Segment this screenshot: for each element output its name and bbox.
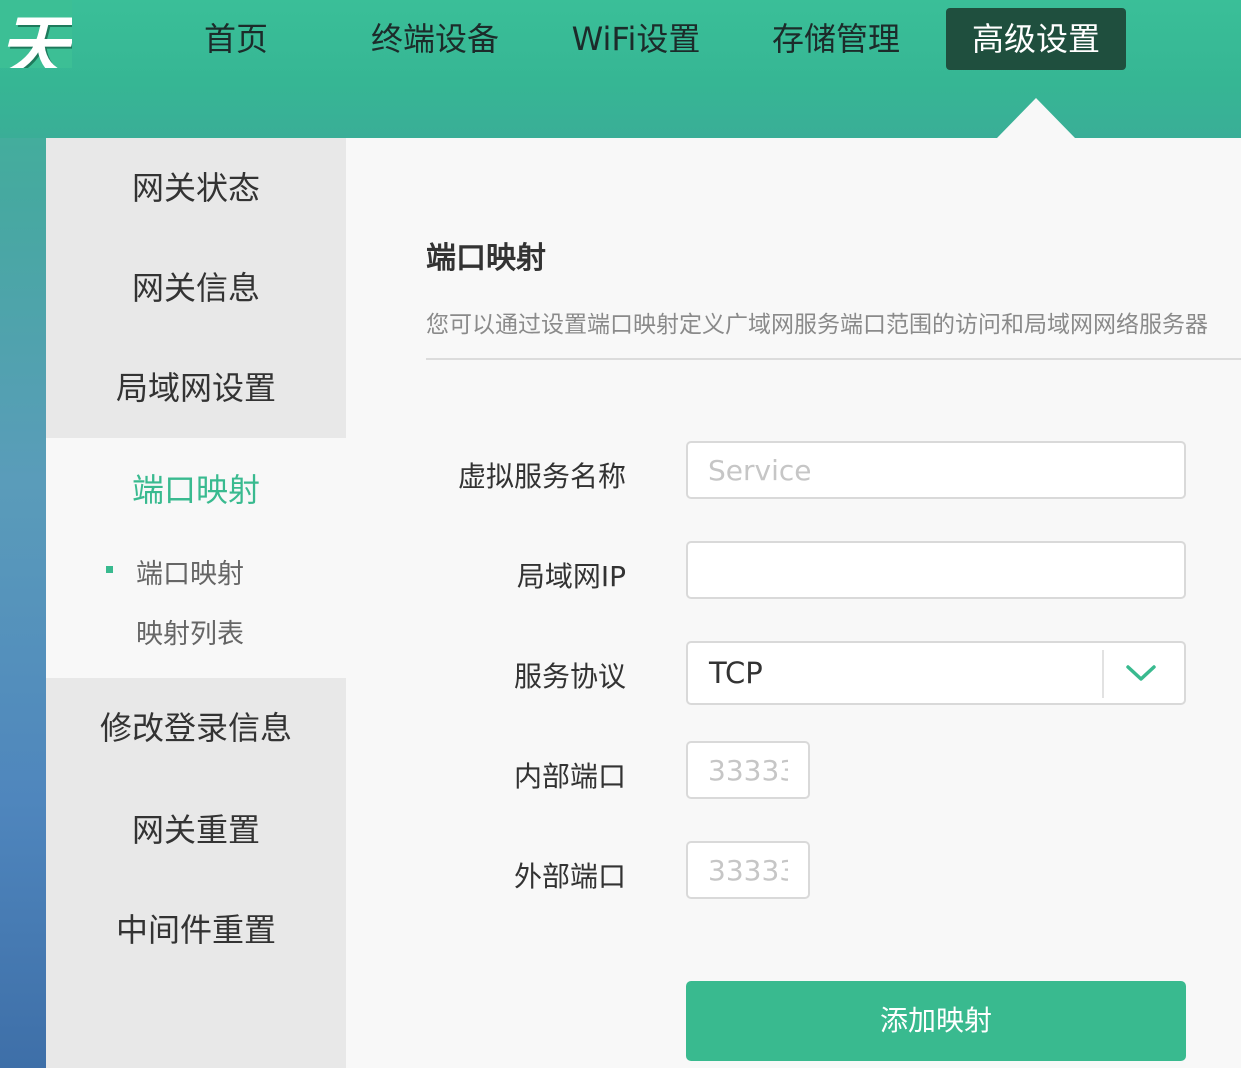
- sidebar: 网关状态 网关信息 局域网设置 端口映射 端口映射 映射列表 修改登录信息 网关…: [46, 138, 346, 1068]
- sidebar-subitem-port-mapping[interactable]: 端口映射: [136, 552, 244, 591]
- protocol-label: 服务协议: [513, 660, 626, 693]
- top-navigation-bar: 天 首页 终端设备 WiFi设置 存储管理 高级设置: [0, 0, 1241, 138]
- select-separator: [1102, 650, 1104, 698]
- sidebar-item-port-mapping[interactable]: 端口映射: [46, 438, 346, 542]
- nav-advanced-settings[interactable]: 高级设置: [946, 8, 1126, 70]
- nav-terminal-devices[interactable]: 终端设备: [350, 8, 520, 70]
- sidebar-item-lan-settings[interactable]: 局域网设置: [46, 338, 346, 438]
- sidebar-active-section: 端口映射 端口映射 映射列表: [46, 438, 346, 678]
- internal-port-input[interactable]: [686, 741, 810, 799]
- nav-storage-management[interactable]: 存储管理: [750, 8, 922, 70]
- logo-glyph: 天: [0, 7, 68, 68]
- lan-ip-input[interactable]: [686, 541, 1186, 599]
- page-description: 您可以通过设置端口映射定义广域网服务端口范围的访问和局域网网络服务器: [426, 312, 1208, 338]
- service-name-label: 虚拟服务名称: [457, 460, 626, 493]
- page-title: 端口映射: [426, 241, 546, 276]
- main-content: 端口映射 您可以通过设置端口映射定义广域网服务端口范围的访问和局域网网络服务器 …: [346, 138, 1241, 1068]
- divider: [426, 358, 1241, 360]
- sidebar-item-gateway-reset[interactable]: 网关重置: [46, 780, 346, 880]
- sidebar-item-gateway-info[interactable]: 网关信息: [46, 238, 346, 338]
- brand-logo[interactable]: 天: [0, 0, 72, 68]
- sidebar-item-gateway-status[interactable]: 网关状态: [46, 138, 346, 238]
- chevron-down-icon[interactable]: [1124, 661, 1158, 685]
- sidebar-item-modify-login[interactable]: 修改登录信息: [46, 678, 346, 778]
- protocol-select[interactable]: TCP: [686, 641, 1186, 705]
- active-tab-pointer: [997, 98, 1075, 138]
- sidebar-item-middleware-reset[interactable]: 中间件重置: [46, 880, 346, 980]
- external-port-label: 外部端口: [513, 860, 626, 893]
- protocol-selected-value: TCP: [709, 656, 763, 690]
- nav-home[interactable]: 首页: [175, 8, 297, 70]
- internal-port-label: 内部端口: [513, 760, 626, 793]
- lan-ip-label: 局域网IP: [516, 560, 626, 593]
- active-sub-bullet-icon: [106, 566, 113, 573]
- service-name-input[interactable]: [686, 441, 1186, 499]
- external-port-input[interactable]: [686, 841, 810, 899]
- nav-wifi-settings[interactable]: WiFi设置: [550, 8, 722, 70]
- sidebar-subitem-mapping-list[interactable]: 映射列表: [136, 612, 244, 651]
- add-mapping-button[interactable]: 添加映射: [686, 981, 1186, 1061]
